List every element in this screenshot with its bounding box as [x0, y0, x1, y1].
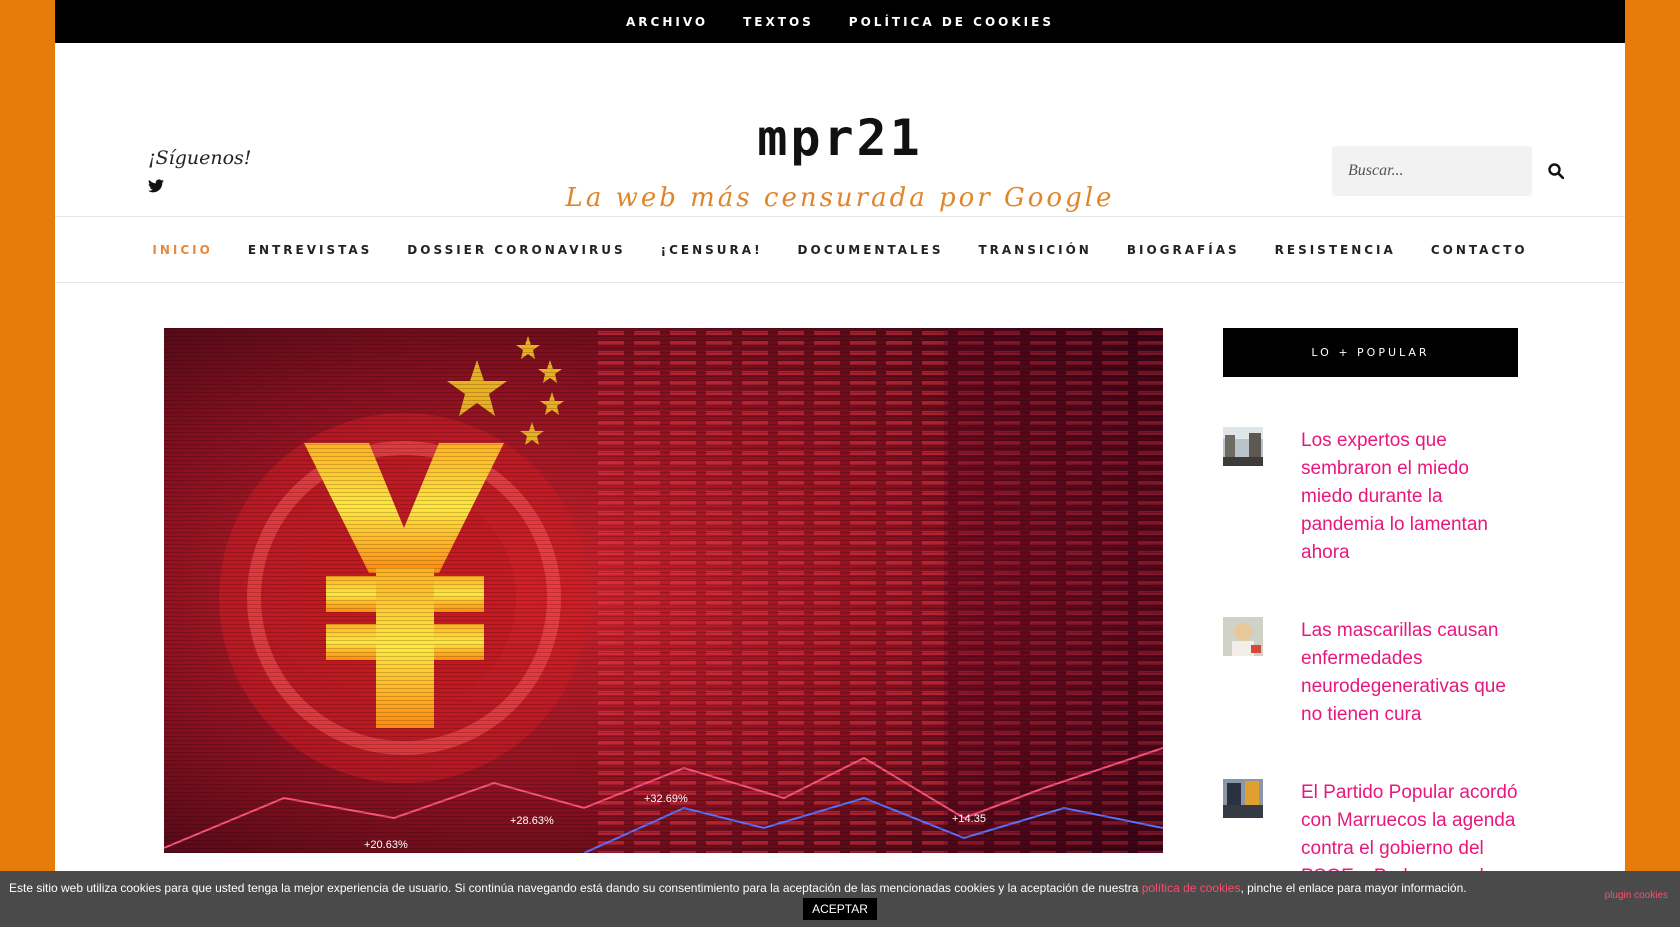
top-nav-archivo[interactable]: ARCHIVO	[626, 15, 708, 29]
nav-item-entrevistas[interactable]: ENTREVISTAS	[248, 243, 372, 257]
popular-link[interactable]: Los expertos que sembraron el miedo mied…	[1301, 427, 1518, 567]
cookie-bar: Este sitio web utiliza cookies para que …	[0, 871, 1680, 927]
top-nav-politica-cookies[interactable]: POLÍTICA DE COOKIES	[849, 15, 1054, 29]
top-nav: ARCHIVO TEXTOS POLÍTICA DE COOKIES	[55, 0, 1625, 43]
popular-widget-title: LO + POPULAR	[1223, 328, 1518, 377]
overlay-value: +20.63%	[364, 839, 408, 851]
page-container: ARCHIVO TEXTOS POLÍTICA DE COOKIES ¡Sígu…	[55, 0, 1625, 927]
featured-image[interactable]: +32.69% +28.63% +20.63% +14.35	[164, 328, 1163, 853]
nav-item-censura[interactable]: ¡CENSURA!	[661, 243, 763, 257]
popular-item: Las mascarillas causan enfermedades neur…	[1223, 617, 1518, 729]
search-button[interactable]	[1548, 146, 1564, 196]
overlay-value: +14.35	[952, 813, 986, 825]
nav-item-inicio[interactable]: INICIO	[152, 243, 212, 257]
nav-item-dossier-coronavirus[interactable]: DOSSIER CORONAVIRUS	[407, 243, 625, 257]
search-input[interactable]	[1332, 162, 1548, 180]
main-nav: INICIO ENTREVISTAS DOSSIER CORONAVIRUS ¡…	[55, 217, 1625, 283]
search-icon	[1548, 163, 1564, 179]
cookie-message: Este sitio web utiliza cookies para que …	[9, 881, 1467, 895]
cookie-text-after: , pinche el enlace para mayor informació…	[1240, 881, 1467, 895]
nav-item-biografias[interactable]: BIOGRAFÍAS	[1127, 243, 1240, 257]
popular-item: Los expertos que sembraron el miedo mied…	[1223, 427, 1518, 567]
accept-cookies-button[interactable]: ACEPTAR	[803, 898, 877, 920]
plugin-cookies-link[interactable]: plugin cookies	[1605, 890, 1668, 901]
cookie-policy-link[interactable]: política de cookies	[1142, 881, 1241, 895]
overlay-value: +32.69%	[644, 793, 688, 805]
cookie-text-before: Este sitio web utiliza cookies para que …	[9, 881, 1142, 895]
site-header: ¡Síguenos! mpr21 La web más censurada po…	[55, 43, 1625, 217]
overlay-value: +28.63%	[510, 815, 554, 827]
nav-item-contacto[interactable]: CONTACTO	[1431, 243, 1528, 257]
sidebar: LO + POPULAR Los expertos que sembraron …	[1223, 328, 1518, 919]
popular-thumbnail[interactable]	[1223, 779, 1263, 818]
yuan-stock-graphic: +32.69% +28.63% +20.63% +14.35	[164, 328, 1163, 853]
nav-item-resistencia[interactable]: RESISTENCIA	[1275, 243, 1396, 257]
nav-item-documentales[interactable]: DOCUMENTALES	[798, 243, 944, 257]
popular-link[interactable]: Las mascarillas causan enfermedades neur…	[1301, 617, 1518, 729]
top-nav-textos[interactable]: TEXTOS	[743, 15, 814, 29]
popular-thumbnail[interactable]	[1223, 427, 1263, 466]
nav-item-transicion[interactable]: TRANSICIÓN	[978, 243, 1091, 257]
popular-thumbnail[interactable]	[1223, 617, 1263, 656]
search-box	[1332, 146, 1564, 196]
